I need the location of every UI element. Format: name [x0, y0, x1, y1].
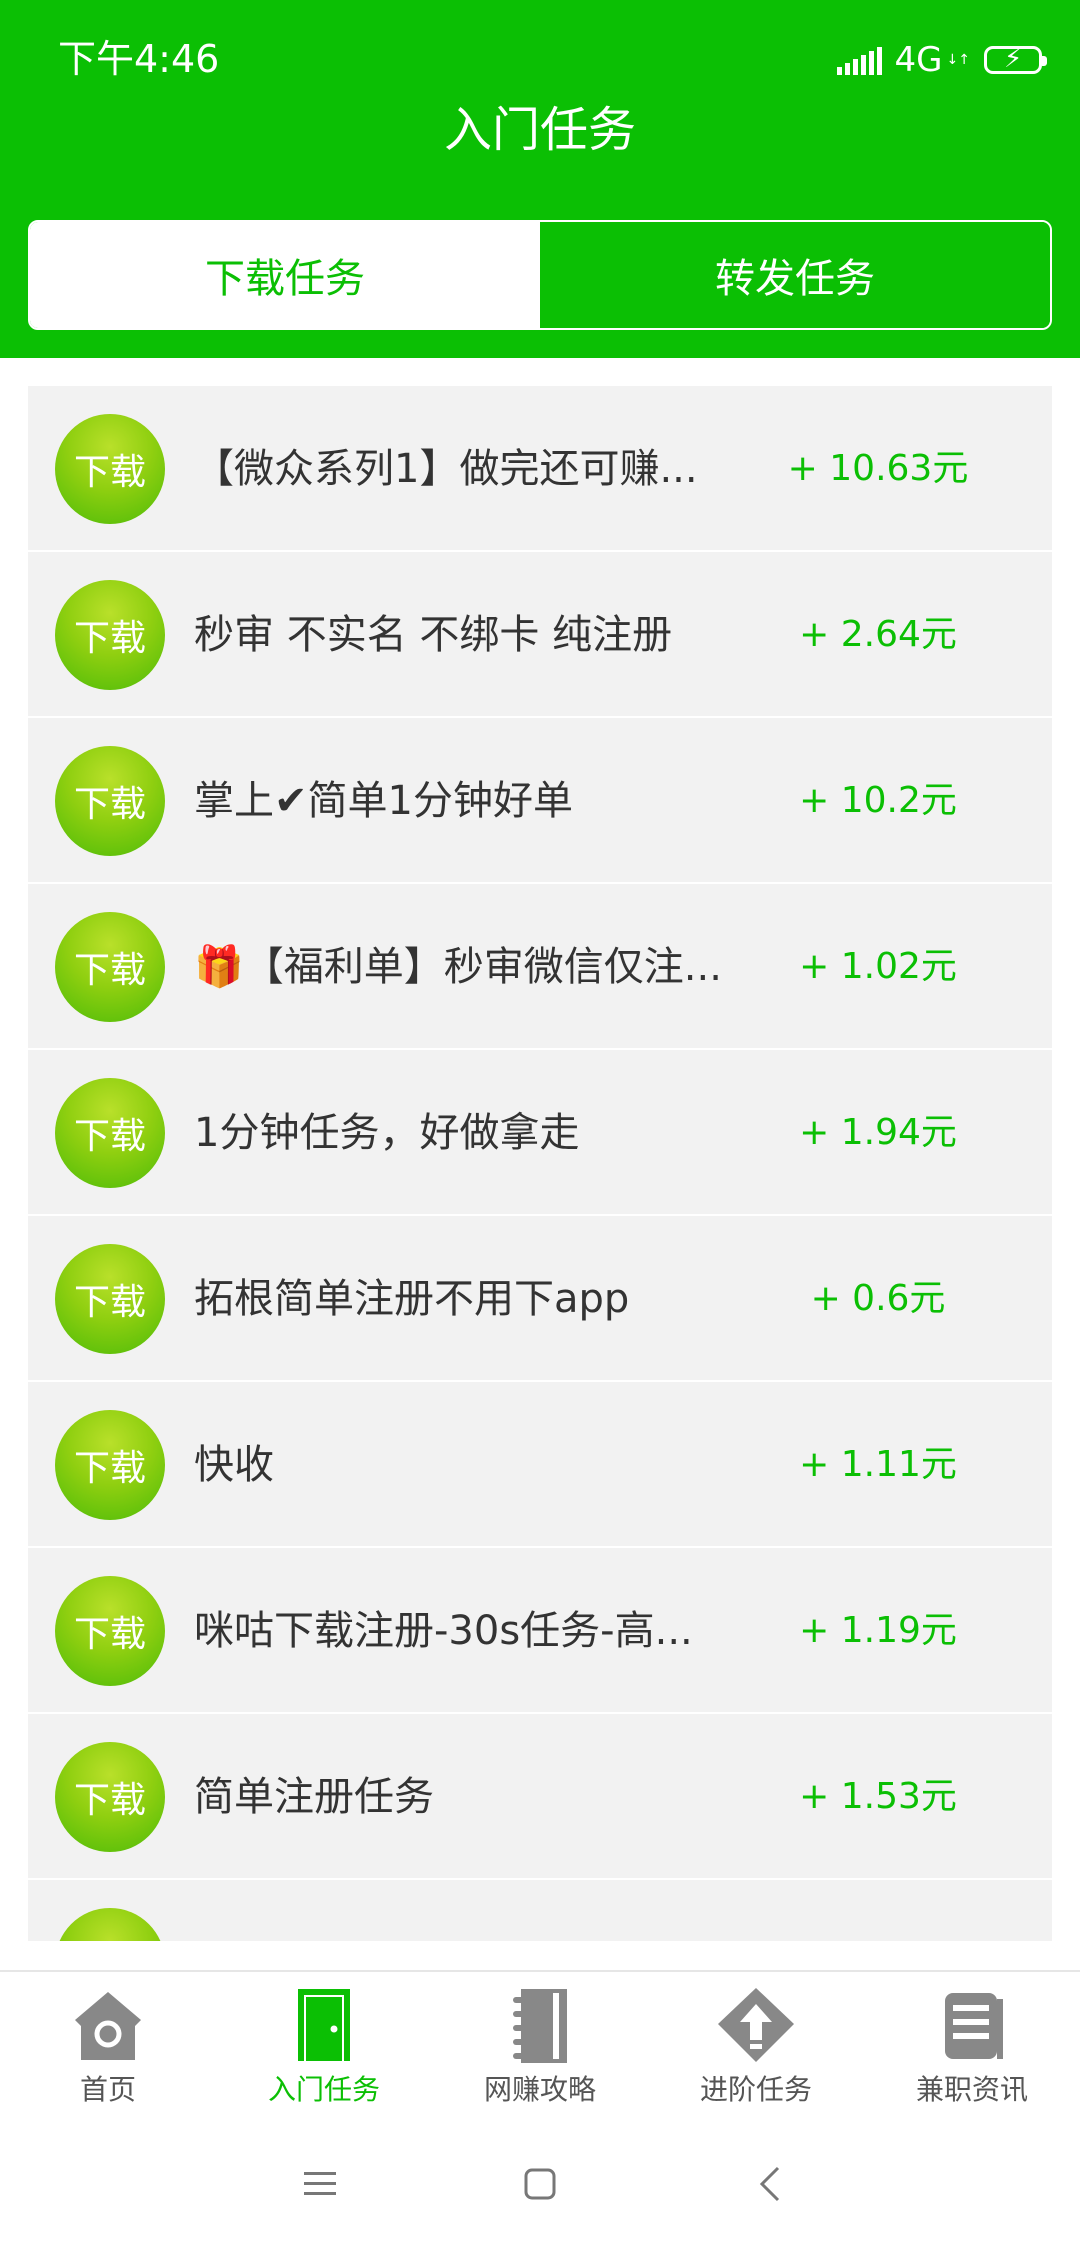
task-title: 拓根简单注册不用下app [194, 1276, 630, 1322]
download-badge[interactable]: 下载 [55, 912, 165, 1022]
home-button-icon[interactable] [514, 2158, 566, 2210]
download-badge[interactable]: 下载 [55, 1244, 165, 1354]
status-time: 下午4:46 [58, 37, 220, 81]
task-list[interactable]: 下载 【微众系列1】做完还可赚... + 10.63元 下载 秒审 不实名 不绑… [28, 386, 1052, 1941]
download-badge[interactable]: 下载 [55, 1576, 165, 1686]
task-title [194, 1935, 754, 1941]
task-reward: + 1.19元 [799, 1610, 957, 1651]
nav-home[interactable]: 首页 [0, 1972, 216, 2120]
nav-label: 网赚攻略 [483, 2073, 596, 2106]
task-title: 咪咕下载注册-30s任务-高... [194, 1608, 693, 1654]
download-badge[interactable]: 下载 [55, 580, 165, 690]
network-type: 4G [894, 40, 943, 80]
task-title: 快收 [194, 1442, 274, 1488]
download-badge[interactable]: 下载 [55, 1742, 165, 1852]
status-indicators: 4G ↓↑ ⚡ [836, 40, 1047, 80]
task-reward: + 10.63元 [787, 448, 969, 489]
menu-icon[interactable] [294, 2158, 346, 2210]
task-reward: + 1.11元 [799, 1444, 957, 1485]
nav-earning-guide[interactable]: 网赚攻略 [432, 1972, 648, 2120]
upgrade-icon [716, 1984, 796, 2068]
task-row[interactable]: 下载 简单注册任务 + 1.53元 [28, 1714, 1052, 1880]
task-reward: + 1.94元 [799, 1112, 957, 1153]
task-row[interactable]: 下载 [28, 1880, 1052, 1941]
task-row[interactable]: 下载 掌上✔简单1分钟好单 + 10.2元 [28, 718, 1052, 884]
task-row[interactable]: 下载 拓根简单注册不用下app + 0.6元 [28, 1216, 1052, 1382]
nav-parttime-news[interactable]: 兼职资讯 [864, 1972, 1080, 2120]
task-reward: + 1.53元 [799, 1776, 957, 1817]
home-icon [68, 1984, 148, 2068]
task-row[interactable]: 下载 秒审 不实名 不绑卡 纯注册 + 2.64元 [28, 552, 1052, 718]
download-badge[interactable]: 下载 [55, 1078, 165, 1188]
nav-label: 进阶任务 [699, 2073, 812, 2106]
task-title: 🎁【福利单】秒审微信仅注... [194, 944, 722, 990]
nav-beginner-tasks[interactable]: 入门任务 [216, 1972, 432, 2120]
notebook-icon [500, 1984, 580, 2068]
task-reward: + 10.2元 [799, 780, 957, 821]
tab-download-tasks[interactable]: 下载任务 [30, 222, 540, 328]
nav-label: 入门任务 [267, 2073, 380, 2106]
signal-icon [836, 45, 885, 75]
nav-label: 兼职资讯 [915, 2073, 1028, 2106]
nav-label: 首页 [79, 2073, 136, 2106]
page-title: 入门任务 [443, 102, 636, 158]
task-reward: + 2.64元 [799, 614, 957, 655]
download-badge[interactable]: 下载 [55, 746, 165, 856]
app-header: 下午4:46 4G ↓↑ ⚡ 入门任务 下载任务 转发任务 [0, 0, 1080, 358]
task-reward: + 0.6元 [810, 1278, 946, 1319]
download-badge[interactable]: 下载 [55, 1410, 165, 1520]
bottom-nav: 首页 入门任务 网赚攻略 进阶任务 兼职资讯 [0, 1970, 1080, 2120]
news-icon [932, 1984, 1012, 2068]
task-title: 掌上✔简单1分钟好单 [194, 778, 573, 824]
door-icon [284, 1984, 364, 2068]
task-title: 秒审 不实名 不绑卡 纯注册 [194, 612, 673, 658]
back-icon[interactable] [744, 2158, 796, 2210]
system-navigation-bar [0, 2120, 1080, 2248]
nav-advanced-tasks[interactable]: 进阶任务 [648, 1972, 864, 2120]
task-reward: + 1.02元 [799, 946, 957, 987]
download-badge[interactable]: 下载 [55, 414, 165, 524]
task-row[interactable]: 下载 咪咕下载注册-30s任务-高... + 1.19元 [28, 1548, 1052, 1714]
task-row[interactable]: 下载 🎁【福利单】秒审微信仅注... + 1.02元 [28, 884, 1052, 1050]
task-tabs: 下载任务 转发任务 [28, 220, 1052, 330]
network-activity-icon: ↓↑ [946, 52, 970, 68]
task-title: 【微众系列1】做完还可赚... [194, 446, 698, 492]
task-title: 1分钟任务，好做拿走 [194, 1110, 580, 1156]
download-badge[interactable]: 下载 [55, 1908, 165, 1941]
battery-charging-icon: ⚡ [984, 44, 1047, 74]
task-row[interactable]: 下载 快收 + 1.11元 [28, 1382, 1052, 1548]
tab-share-tasks[interactable]: 转发任务 [540, 222, 1050, 328]
task-row[interactable]: 下载 1分钟任务，好做拿走 + 1.94元 [28, 1050, 1052, 1216]
task-title: 简单注册任务 [194, 1774, 434, 1820]
task-row[interactable]: 下载 【微众系列1】做完还可赚... + 10.63元 [28, 386, 1052, 552]
